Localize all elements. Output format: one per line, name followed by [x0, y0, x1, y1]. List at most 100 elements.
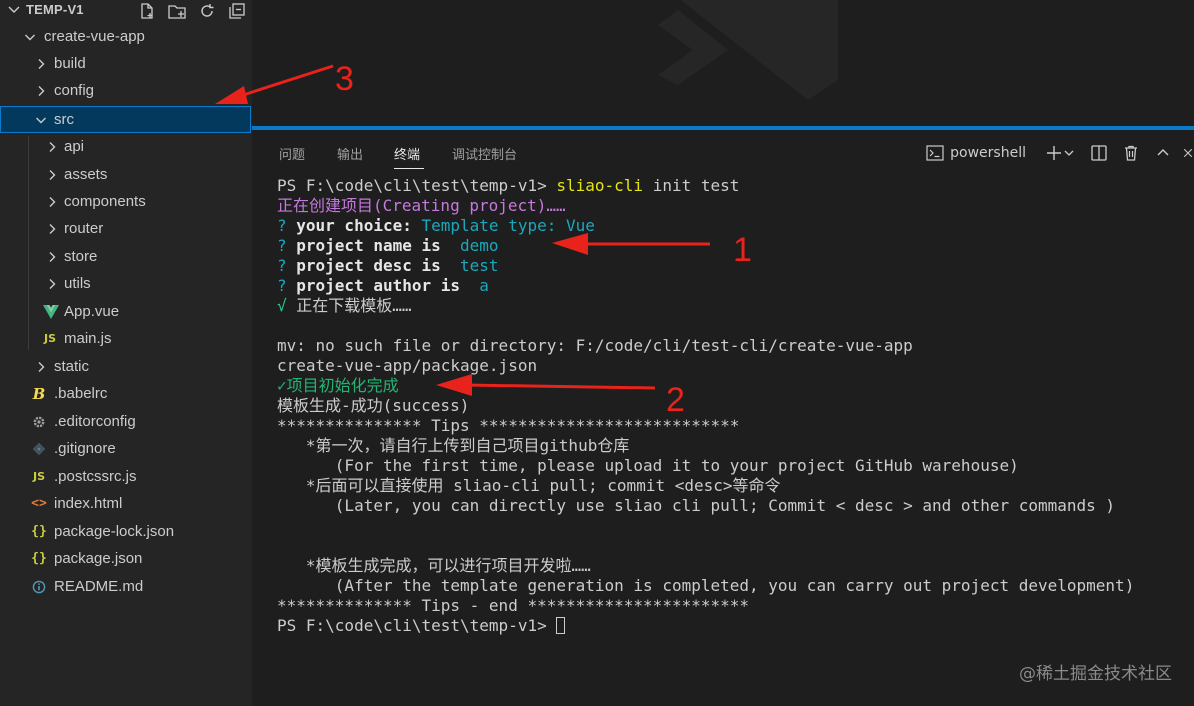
tree-folder-api[interactable]: api	[0, 133, 252, 160]
babel-file-icon: B	[32, 384, 46, 403]
explorer-header[interactable]: TEMP-V1	[0, 0, 252, 22]
terminal-line: mv: no such file or directory: F:/code/c…	[277, 336, 913, 355]
tree-folder-src[interactable]: src	[0, 106, 251, 133]
tree-folder-config[interactable]: config	[0, 77, 252, 104]
tree-file-babelrc[interactable]: B .babelrc	[0, 380, 252, 407]
active-tab-indicator	[394, 168, 424, 169]
tree-folder-static[interactable]: static	[0, 353, 252, 380]
tree-item-label: config	[54, 82, 95, 99]
command-args: init test	[643, 176, 740, 195]
tree-file-package-json[interactable]: {} package.json	[0, 545, 252, 572]
new-folder-icon[interactable]	[166, 0, 188, 22]
refresh-icon[interactable]	[196, 0, 218, 22]
tree-file-package-lock[interactable]: {} package-lock.json	[0, 518, 252, 545]
close-icon	[1183, 148, 1193, 158]
tree-item-label: .postcssrc.js	[54, 468, 137, 485]
tree-file-gitignore[interactable]: .gitignore	[0, 435, 252, 462]
terminal-line: ✓项目初始化完成	[277, 376, 399, 395]
split-icon	[1091, 145, 1107, 161]
tree-file-readme[interactable]: README.md	[0, 573, 252, 600]
editor-area	[252, 0, 1194, 126]
chevron-down-icon	[33, 112, 49, 128]
tree-item-label: src	[54, 111, 74, 128]
question-mark: ?	[277, 236, 297, 255]
js-file-icon: JS	[32, 470, 45, 483]
js-file-icon: JS	[43, 332, 56, 345]
question-mark: ?	[277, 216, 297, 235]
terminal-line: *模板生成完成，可以进行项目开发啦……	[277, 556, 591, 575]
tree-item-label: build	[54, 55, 86, 72]
terminal-line: (For the first time, please upload it to…	[277, 456, 1019, 475]
chevron-down-icon[interactable]	[6, 1, 22, 21]
chevron-right-icon	[44, 194, 60, 210]
shell-name: powershell	[950, 145, 1026, 161]
tree-file-app-vue[interactable]: App.vue	[0, 298, 252, 325]
tab-debug-console[interactable]: 调试控制台	[452, 144, 517, 163]
tree-folder-components[interactable]: components	[0, 188, 252, 215]
prompt-value: test	[450, 256, 499, 275]
explorer-title: TEMP-V1	[26, 2, 84, 17]
terminal-icon	[926, 145, 944, 161]
tree-item-label: create-vue-app	[44, 28, 145, 45]
tree-item-label: .babelrc	[54, 385, 108, 402]
chevron-right-icon	[33, 56, 49, 72]
terminal-line: ? project name is demo	[277, 236, 1187, 256]
vue-file-icon	[43, 304, 59, 320]
terminal-cursor	[556, 617, 566, 634]
chevron-right-icon	[44, 167, 60, 183]
terminal-output[interactable]: PS F:\code\cli\test\temp-v1> sliao-cli i…	[277, 176, 1187, 636]
tab-terminal[interactable]: 终端	[394, 144, 420, 163]
split-terminal-button[interactable]	[1086, 140, 1112, 166]
tab-output[interactable]: 输出	[337, 144, 363, 163]
json-file-icon: {}	[31, 551, 47, 566]
question-mark: ?	[277, 276, 297, 295]
prompt-label: project desc is	[296, 256, 451, 275]
terminal-line: 正在创建项目(Creating project)……	[277, 196, 566, 215]
chevron-down-icon	[1064, 150, 1074, 156]
json-file-icon: {}	[31, 524, 47, 539]
trash-icon	[1125, 145, 1137, 161]
tree-folder-store[interactable]: store	[0, 243, 252, 270]
tree-folder-build[interactable]: build	[0, 50, 252, 77]
git-file-icon	[31, 441, 47, 457]
prompt: PS F:\code\cli\test\temp-v1>	[277, 616, 557, 635]
close-panel-button[interactable]	[1182, 140, 1194, 166]
tree-folder-router[interactable]: router	[0, 215, 252, 242]
chevron-right-icon	[33, 359, 49, 375]
panel-toolbar: powershell	[926, 140, 1194, 166]
prompt-value: Template type: Vue	[421, 216, 595, 235]
chevron-down-icon	[22, 29, 38, 45]
tree-file-postcssrc[interactable]: JS .postcssrc.js	[0, 463, 252, 490]
chevron-up-icon	[1157, 149, 1169, 156]
tree-file-editorconfig[interactable]: .editorconfig	[0, 408, 252, 435]
tree-file-main-js[interactable]: JS main.js	[0, 325, 252, 352]
tree-folder-assets[interactable]: assets	[0, 161, 252, 188]
command: sliao-cli	[556, 176, 644, 195]
terminal-line: *第一次，请自行上传到自己项目github仓库	[277, 436, 630, 455]
tree-item-label: App.vue	[64, 303, 120, 320]
collapse-all-icon[interactable]	[226, 0, 248, 22]
tree-item-label: store	[64, 248, 98, 265]
new-terminal-button[interactable]	[1040, 140, 1080, 166]
terminal-line: ? your choice: Template type: Vue	[277, 216, 1187, 236]
terminal-line: (After the template generation is comple…	[277, 576, 1135, 595]
tree-item-label: utils	[64, 275, 91, 292]
question-mark: ?	[277, 256, 297, 275]
html-file-icon: <>	[31, 496, 47, 511]
terminal-line: ? project desc is test	[277, 256, 1187, 276]
tab-problems[interactable]: 问题	[279, 144, 305, 163]
tree-item-label: static	[54, 358, 90, 375]
tree-folder-create-vue-app[interactable]: create-vue-app	[0, 23, 252, 50]
maximize-panel-button[interactable]	[1150, 140, 1176, 166]
terminal-line: PS F:\code\cli\test\temp-v1>	[277, 616, 1187, 636]
tree-folder-utils[interactable]: utils	[0, 270, 252, 297]
tree-file-index-html[interactable]: <> index.html	[0, 490, 252, 517]
prompt-label: your choice:	[296, 216, 422, 235]
check-mark: √	[277, 296, 297, 315]
terminal-shell-selector[interactable]: powershell	[926, 145, 1026, 161]
chevron-right-icon	[44, 139, 60, 155]
new-file-icon[interactable]	[136, 0, 158, 22]
kill-terminal-button[interactable]	[1118, 140, 1144, 166]
